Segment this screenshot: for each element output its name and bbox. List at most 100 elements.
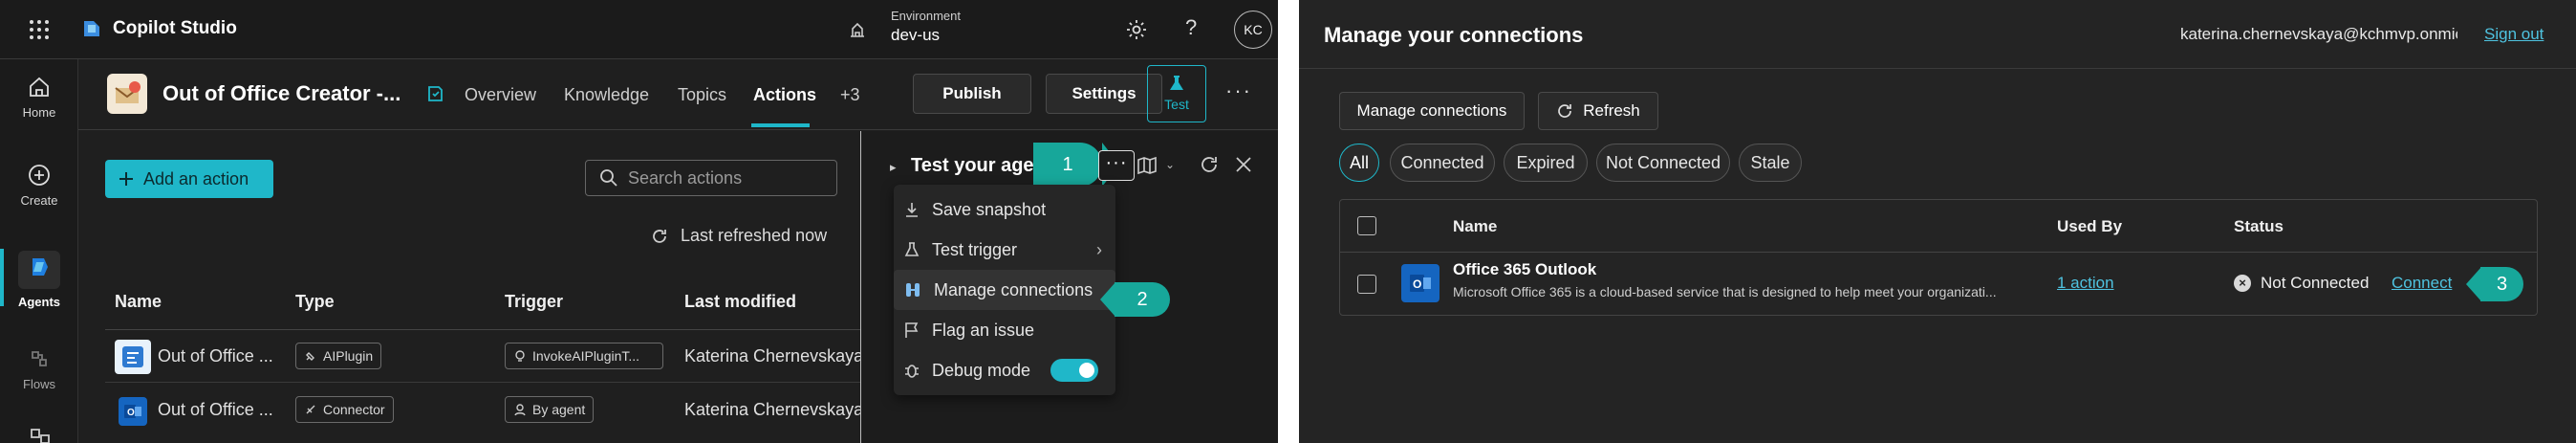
sign-out-link[interactable]: Sign out bbox=[2484, 25, 2544, 44]
chevron-down-icon[interactable]: ⌄ bbox=[1165, 158, 1175, 171]
refresh-icon bbox=[1558, 104, 1572, 118]
menu-label-test-trigger: Test trigger bbox=[932, 239, 1018, 259]
menu-item-debug-mode[interactable]: Debug mode bbox=[894, 350, 1115, 390]
settings-button[interactable]: Settings bbox=[1046, 74, 1162, 114]
copilot-logo-icon bbox=[80, 17, 103, 45]
app-title: Copilot Studio bbox=[113, 18, 237, 38]
refresh-button[interactable]: Refresh bbox=[1538, 92, 1658, 130]
environment-value[interactable]: dev-us bbox=[891, 26, 940, 45]
column-header-type[interactable]: Type bbox=[295, 292, 335, 312]
test-button[interactable]: Test bbox=[1147, 65, 1206, 122]
close-icon[interactable] bbox=[1235, 156, 1252, 178]
tab-more[interactable]: +3 bbox=[840, 85, 860, 105]
menu-item-manage-connections[interactable]: Manage connections bbox=[894, 270, 1115, 310]
gear-icon[interactable] bbox=[1125, 18, 1148, 46]
used-by-link[interactable]: 1 action bbox=[2057, 274, 2114, 293]
filter-expired[interactable]: Expired bbox=[1504, 144, 1588, 182]
type-badge: Connector bbox=[295, 396, 394, 423]
callout-1-label: 1 bbox=[1062, 153, 1073, 175]
search-icon bbox=[600, 169, 617, 187]
menu-label-manage-connections: Manage connections bbox=[934, 279, 1093, 299]
table-row[interactable]: Out of Office ... AIPlugin InvokeAIPlugi… bbox=[105, 330, 860, 383]
filter-not-connected[interactable]: Not Connected bbox=[1596, 144, 1730, 182]
column-header-name[interactable]: Name bbox=[1453, 217, 1497, 236]
bulb-icon bbox=[515, 350, 525, 362]
test-button-label: Test bbox=[1164, 97, 1189, 112]
connect-link[interactable]: Connect bbox=[2392, 274, 2452, 293]
manage-connections-window: Manage your connections katerina.chernev… bbox=[1299, 0, 2576, 443]
agent-avatar-icon bbox=[107, 74, 147, 114]
filter-stale[interactable]: Stale bbox=[1739, 144, 1802, 182]
column-header-last-modified[interactable]: Last modified bbox=[684, 292, 796, 312]
row-name[interactable]: Out of Office ... bbox=[158, 400, 282, 420]
user-email: katerina.chernevskaya@kchmvp.onmic... bbox=[2180, 25, 2457, 43]
callout-1: 1 bbox=[1033, 143, 1102, 187]
connection-name[interactable]: Office 365 Outlook bbox=[1453, 260, 1596, 279]
connections-header: Manage your connections katerina.chernev… bbox=[1299, 0, 2576, 69]
svg-text:O: O bbox=[127, 408, 135, 418]
search-actions-field[interactable]: Search actions bbox=[585, 160, 837, 196]
agent-header: Out of Office Creator -... Overview Know… bbox=[78, 59, 1278, 130]
row-checkbox[interactable] bbox=[1357, 275, 1376, 294]
agent-name: Out of Office Creator -... bbox=[162, 81, 401, 105]
tab-actions[interactable]: Actions bbox=[753, 85, 816, 105]
copilot-status-icon bbox=[424, 83, 445, 109]
environment-label: Environment bbox=[891, 9, 961, 23]
column-header-name[interactable]: Name bbox=[115, 292, 162, 312]
manage-connections-button[interactable]: Manage connections bbox=[1339, 92, 1525, 130]
tab-overview[interactable]: Overview bbox=[465, 85, 536, 105]
rail-item-flows[interactable]: Flows bbox=[0, 346, 78, 391]
rail-item-agents[interactable]: Agents bbox=[0, 251, 78, 309]
publish-button[interactable]: Publish bbox=[913, 74, 1031, 114]
download-icon bbox=[906, 203, 918, 217]
filter-all[interactable]: All bbox=[1339, 144, 1379, 182]
column-header-status[interactable]: Status bbox=[2234, 217, 2284, 236]
flows-icon bbox=[32, 351, 47, 366]
help-icon[interactable]: ? bbox=[1185, 15, 1197, 40]
menu-item-save-snapshot[interactable]: Save snapshot bbox=[894, 189, 1115, 230]
connections-icon bbox=[906, 283, 920, 297]
agent-icon bbox=[514, 404, 526, 416]
menu-label-flag-issue: Flag an issue bbox=[932, 320, 1035, 340]
actions-table: Name Type Trigger Last modified Out of O… bbox=[105, 275, 860, 443]
tab-knowledge[interactable]: Knowledge bbox=[564, 85, 649, 105]
app-launcher-icon[interactable] bbox=[29, 19, 50, 45]
column-header-trigger[interactable]: Trigger bbox=[505, 292, 563, 312]
more-tools-icon[interactable] bbox=[29, 427, 52, 443]
plugin-icon bbox=[306, 352, 314, 361]
collapse-chevron-icon[interactable]: ▸ bbox=[890, 160, 897, 175]
add-action-button[interactable]: Add an action bbox=[105, 160, 273, 198]
debug-mode-toggle[interactable] bbox=[1050, 359, 1098, 382]
outlook-icon: O bbox=[119, 397, 147, 426]
outlook-icon: O bbox=[1401, 264, 1440, 302]
callout-3: 3 bbox=[2480, 267, 2523, 301]
menu-item-test-trigger[interactable]: Test trigger › bbox=[894, 230, 1115, 270]
flag-icon bbox=[905, 322, 919, 338]
connections-table: Name Used By Status O Office 365 Outlook… bbox=[1339, 199, 2538, 316]
trigger-badge: InvokeAIPluginT... bbox=[505, 343, 663, 369]
menu-item-flag-issue[interactable]: Flag an issue bbox=[894, 310, 1115, 350]
refresh-chat-icon[interactable] bbox=[1199, 154, 1220, 180]
menu-label-debug-mode: Debug mode bbox=[932, 360, 1031, 380]
filter-connected[interactable]: Connected bbox=[1390, 144, 1495, 182]
connection-description: Microsoft Office 365 is a cloud-based se… bbox=[1453, 284, 1997, 299]
refresh-status[interactable]: Last refreshed now bbox=[650, 226, 827, 246]
select-all-checkbox[interactable] bbox=[1357, 216, 1376, 235]
refresh-button-label: Refresh bbox=[1583, 101, 1640, 120]
row-modified: Katerina Chernevskaya... bbox=[684, 346, 860, 365]
avatar[interactable]: KC bbox=[1234, 11, 1272, 49]
rail-item-home[interactable]: Home bbox=[0, 75, 78, 120]
map-icon[interactable] bbox=[1136, 156, 1158, 180]
more-options-icon[interactable]: ··· bbox=[1225, 78, 1252, 103]
rail-item-create[interactable]: Create bbox=[0, 163, 78, 208]
test-panel: ▸ Test your agent 1 ··· ⌄ Save snapshot … bbox=[860, 131, 1278, 443]
test-panel-more-icon[interactable]: ··· bbox=[1098, 150, 1135, 181]
callout-2: 2 bbox=[1115, 282, 1170, 317]
table-row[interactable]: O Out of Office ... Connector By agent K… bbox=[105, 384, 860, 436]
status-text: Not Connected bbox=[2261, 274, 2370, 292]
tab-topics[interactable]: Topics bbox=[678, 85, 726, 105]
menu-label-save-snapshot: Save snapshot bbox=[932, 199, 1047, 219]
column-header-used-by[interactable]: Used By bbox=[2057, 217, 2122, 236]
table-row[interactable]: O Office 365 Outlook Microsoft Office 36… bbox=[1340, 253, 2537, 316]
row-name[interactable]: Out of Office ... bbox=[158, 346, 282, 366]
